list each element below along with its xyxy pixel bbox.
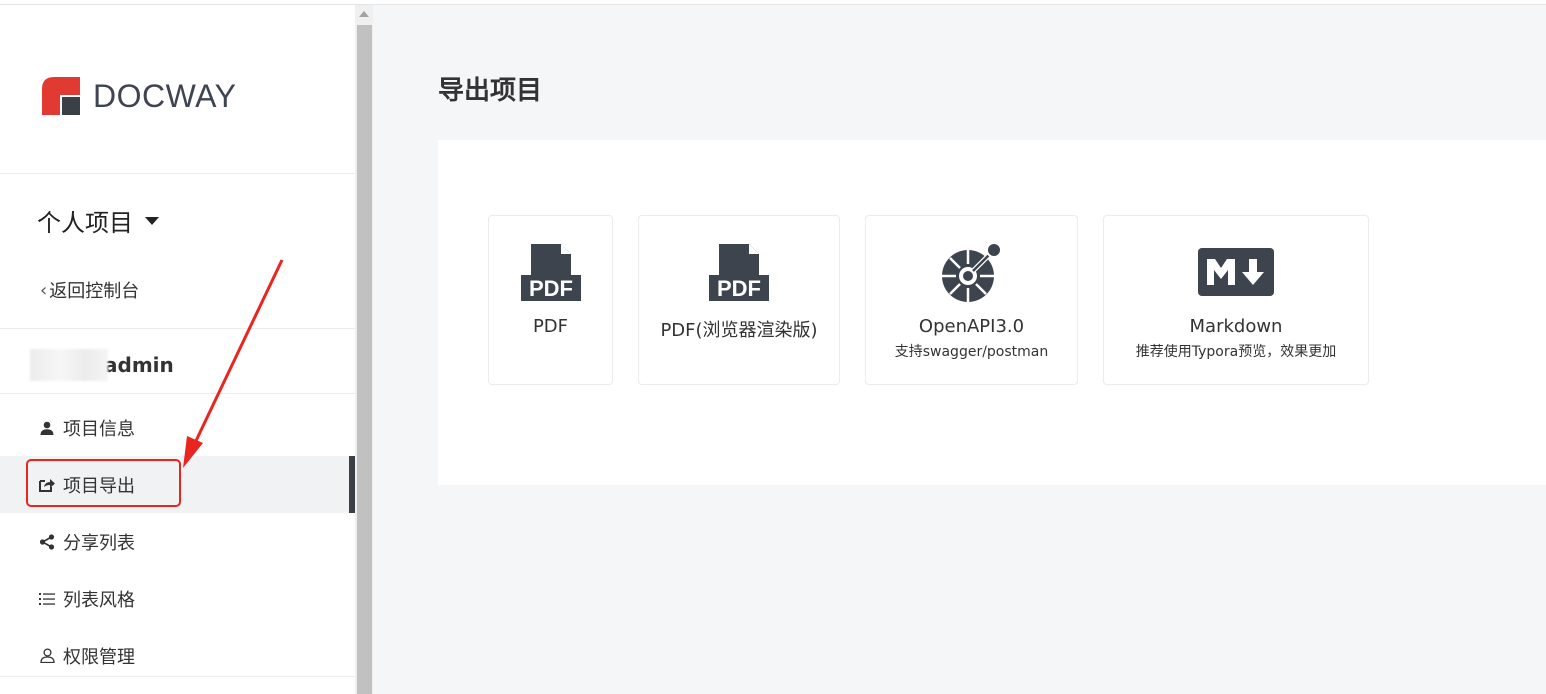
sidebar-item-project-info[interactable]: 项目信息 xyxy=(0,399,355,456)
sidebar-item-label: 权限管理 xyxy=(63,646,135,668)
back-to-console-link[interactable]: ‹ 返回控制台 xyxy=(40,277,139,303)
sidebar-item-label: 列表风格 xyxy=(63,589,135,611)
export-pdf-card[interactable]: PDF PDF xyxy=(488,215,613,385)
sidebar-item-share-list[interactable]: 分享列表 xyxy=(0,513,355,570)
export-option-label: PDF xyxy=(532,316,569,337)
user-outline-icon xyxy=(38,647,56,665)
export-option-sublabel: 支持swagger/postman xyxy=(894,344,1049,360)
divider xyxy=(0,173,355,174)
sidebar-menu: 项目信息 项目导出 分享列表 列表风格 权限管理 xyxy=(0,399,355,684)
export-openapi-card[interactable]: OpenAPI3.0 支持swagger/postman xyxy=(865,215,1078,385)
divider xyxy=(0,328,355,329)
list-icon xyxy=(38,590,56,608)
page-title: 导出项目 xyxy=(438,76,543,106)
sidebar-item-label: 分享列表 xyxy=(63,532,135,554)
sidebar-item-project-export[interactable]: 项目导出 xyxy=(0,456,355,513)
caret-down-icon xyxy=(145,216,159,225)
export-option-sublabel: 推荐使用Typora预览，效果更加 xyxy=(1135,344,1337,360)
redacted-avatar xyxy=(30,349,108,381)
svg-text:PDF: PDF xyxy=(717,276,761,301)
docway-logo-icon xyxy=(42,77,80,115)
project-selector[interactable]: 个人项目 xyxy=(37,203,159,238)
sidebar-item-label: 项目信息 xyxy=(63,418,135,440)
sidebar-scrollbar[interactable] xyxy=(355,5,373,694)
scroll-thumb[interactable] xyxy=(357,25,372,694)
docway-logo: DOCWAY xyxy=(42,77,236,115)
export-markdown-card[interactable]: Markdown 推荐使用Typora预览，效果更加 xyxy=(1103,215,1369,385)
svg-text:PDF: PDF xyxy=(529,276,573,301)
divider xyxy=(0,676,355,677)
user-info: admin xyxy=(30,349,174,381)
export-option-label: PDF(浏览器渲染版) xyxy=(660,320,818,341)
pdf-icon: PDF xyxy=(489,244,612,301)
user-icon xyxy=(38,419,56,437)
export-panel: PDF PDF PDF PDF(浏览器渲染版) OpenAPI3.0 支持swa… xyxy=(438,140,1546,485)
brand-name: DOCWAY xyxy=(93,77,237,114)
export-option-label: Markdown xyxy=(1189,316,1283,337)
sidebar-item-label: 项目导出 xyxy=(63,475,135,497)
share-nodes-icon xyxy=(38,533,56,551)
scroll-up-arrow-icon[interactable] xyxy=(359,11,369,17)
export-pdf-browser-card[interactable]: PDF PDF(浏览器渲染版) xyxy=(638,215,840,385)
project-selector-label: 个人项目 xyxy=(37,209,133,237)
markdown-icon xyxy=(1104,248,1368,296)
share-square-icon xyxy=(38,476,56,494)
chevron-left-icon: ‹ xyxy=(40,279,48,301)
export-option-label: OpenAPI3.0 xyxy=(918,316,1025,337)
openapi-icon xyxy=(866,240,1077,304)
user-name: admin xyxy=(104,353,174,377)
sidebar-item-list-style[interactable]: 列表风格 xyxy=(0,570,355,627)
divider xyxy=(0,393,355,394)
back-label: 返回控制台 xyxy=(49,281,140,302)
pdf-icon: PDF xyxy=(639,244,839,301)
sidebar: DOCWAY 个人项目 ‹ 返回控制台 admin 项目信息 项目导出 分享列表… xyxy=(0,5,355,694)
